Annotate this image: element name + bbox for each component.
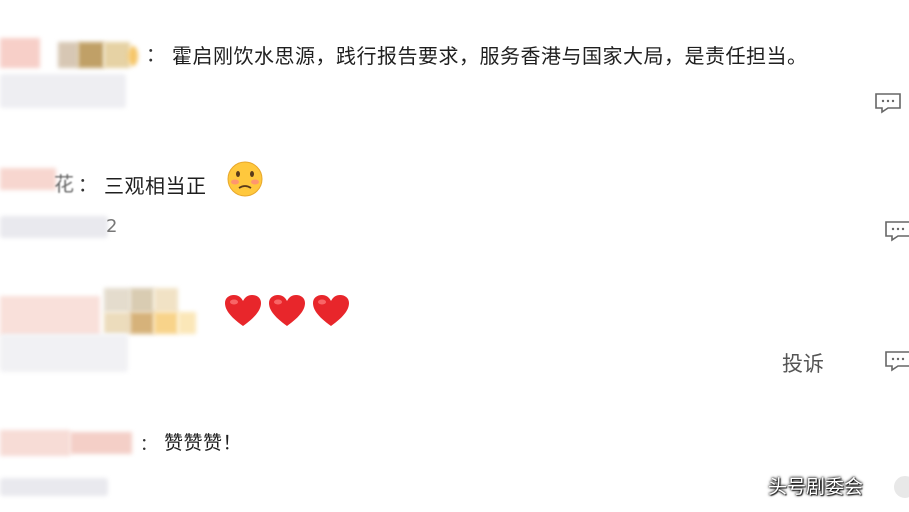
red-heart-emoji [313,295,349,326]
blurred-username [0,38,40,68]
comment-text: 赞赞赞！ [164,432,243,454]
blurred-username [128,46,138,66]
blurred-username [104,312,130,334]
comment-text: 霍启刚饮水思源，践行报告要求，服务香港与国家大局，是责任担当。 [172,44,808,68]
blurred-username [130,312,154,334]
watermark: 头号剧委会 [768,476,864,498]
blurred-meta [0,334,128,372]
comment-item: ： 霍启刚饮水思源，践行报告要求，服务香港与国家大局，是责任担当。 [0,0,909,130]
blurred-username [154,312,178,334]
meta-tail: 2 [106,216,118,237]
comment-text: 三观相当正 [104,174,207,198]
blurred-username [0,296,100,336]
comment-separator: ： [78,174,98,196]
blurred-username [58,42,78,68]
comment-separator: ： [140,435,157,455]
blurred-username [0,430,70,456]
red-heart-emoji [225,295,261,326]
blurred-username [178,312,196,334]
blurred-username [0,168,56,190]
blurred-username [130,288,154,312]
blurred-username [104,288,130,312]
blurred-username [78,42,104,68]
comment-item: 投诉 [0,270,909,400]
blurred-meta [0,74,126,108]
blurred-username [154,288,178,312]
comment-bubble-icon[interactable] [884,220,909,242]
comment-bubble-icon[interactable] [884,350,909,372]
blurred-meta [0,478,108,496]
blurred-meta [0,216,108,238]
flushed-face-emoji [227,161,263,197]
complain-link[interactable]: 投诉 [782,348,824,378]
username-tail: 花 [54,172,75,196]
red-heart-emoji [269,295,305,326]
comment-item: 花 ： 三观相当正 2 [0,130,909,250]
blurred-username [104,42,130,68]
comment-bubble-icon[interactable] [874,92,902,114]
comment-separator: ： [146,44,166,66]
blurred-username [70,432,132,454]
